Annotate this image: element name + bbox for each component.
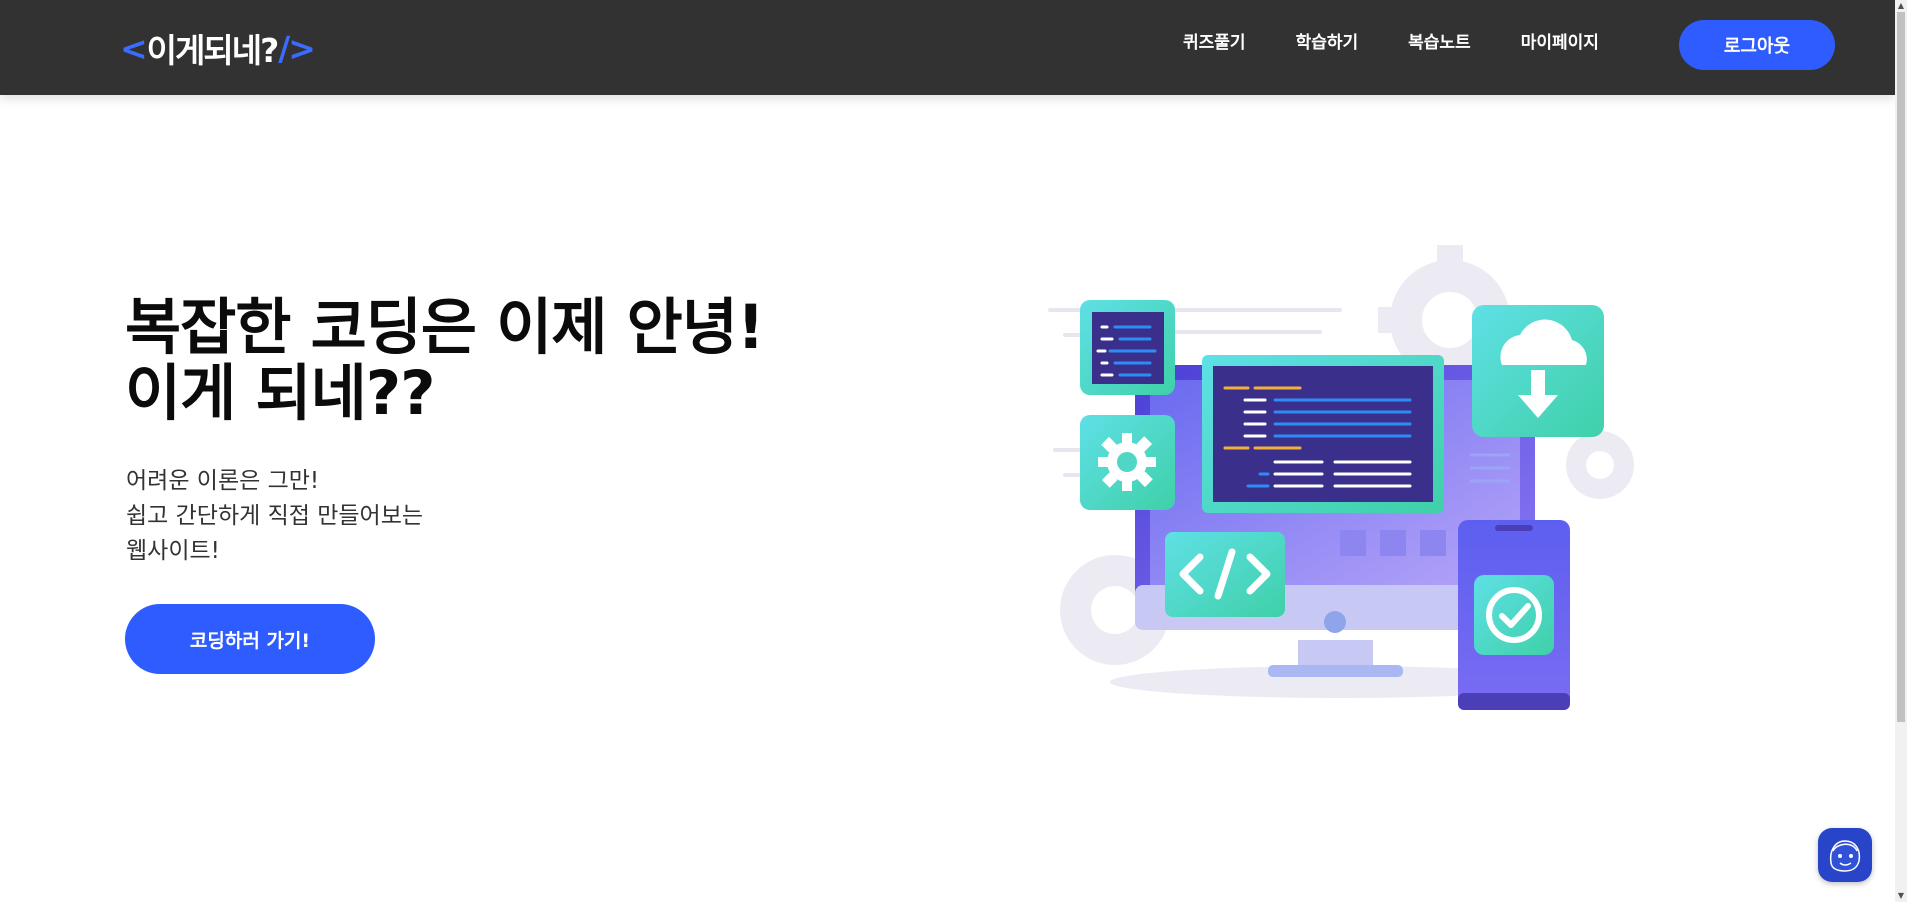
nav-learn[interactable]: 학습하기 — [1296, 32, 1359, 54]
hero-title: 복잡한 코딩은 이제 안녕! 이게 되네?? — [125, 292, 765, 429]
hero-title-line2: 이게 되네?? — [125, 358, 435, 429]
top-navbar: < 이게되네? /> 퀴즈풀기 학습하기 복습노트 마이페이지 로그아웃 — [0, 0, 1895, 95]
logo-text: 이게되네? — [146, 31, 280, 70]
hero-sub-line2: 쉽고 간단하게 직접 만들어보는 — [126, 503, 424, 529]
scrollbar-thumb[interactable] — [1897, 12, 1905, 722]
page-scrollbar[interactable]: ▲ ▼ — [1895, 0, 1907, 902]
nav-mypage[interactable]: 마이페이지 — [1521, 32, 1599, 54]
code-brackets-icon — [1165, 532, 1285, 617]
check-circle-icon — [1458, 520, 1570, 710]
nav-quiz[interactable]: 퀴즈풀기 — [1183, 32, 1246, 54]
logo-open-bracket: < — [120, 28, 148, 68]
chatbot-button[interactable] — [1818, 828, 1872, 882]
hero-sub-line1: 어려운 이론은 그만! — [126, 468, 320, 494]
hero-sub-line3: 웹사이트! — [126, 538, 220, 564]
start-coding-button[interactable]: 코딩하러 가기! — [125, 604, 375, 674]
logout-button[interactable]: 로그아웃 — [1679, 20, 1835, 70]
site-logo[interactable]: < 이게되네? /> — [120, 26, 316, 71]
hero-title-line1: 복잡한 코딩은 이제 안녕! — [125, 292, 765, 363]
chatbot-face-icon — [1829, 840, 1861, 872]
main-nav: 퀴즈풀기 학습하기 복습노트 마이페이지 — [1183, 32, 1649, 54]
scroll-down-icon[interactable]: ▼ — [1895, 890, 1907, 902]
nav-review-note[interactable]: 복습노트 — [1408, 32, 1471, 54]
hero-subtitle: 어려운 이론은 그만! 쉽고 간단하게 직접 만들어보는 웹사이트! — [126, 464, 423, 569]
gear-icon — [1080, 415, 1175, 510]
scroll-up-icon[interactable]: ▲ — [1895, 0, 1907, 12]
cloud-download-icon — [1472, 305, 1604, 437]
hero-illustration — [1048, 245, 1634, 710]
logo-close-bracket: /> — [278, 28, 316, 68]
